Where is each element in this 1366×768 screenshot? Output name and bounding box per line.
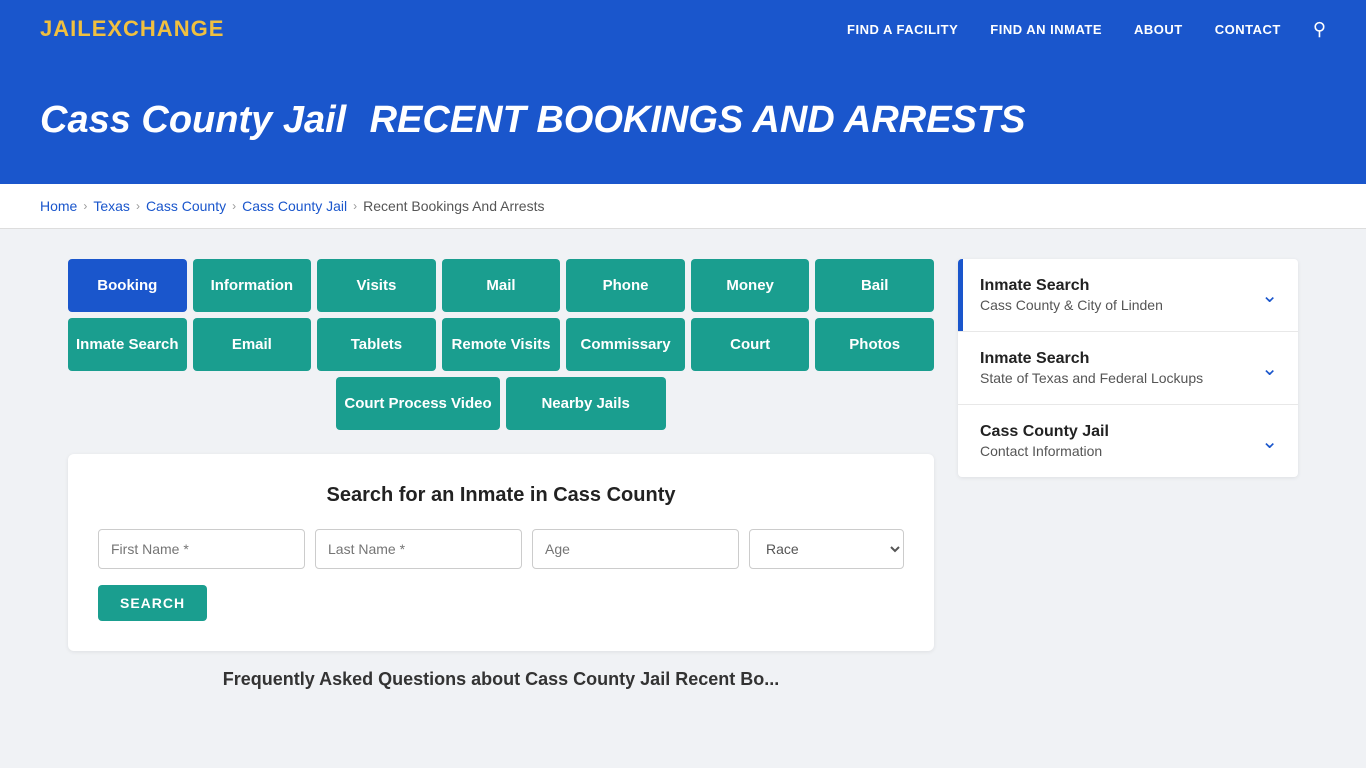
tab-bail[interactable]: Bail	[815, 259, 934, 312]
last-name-input[interactable]	[315, 529, 522, 569]
nav-contact[interactable]: CONTACT	[1215, 22, 1281, 37]
tab-nearby-jails[interactable]: Nearby Jails	[506, 377, 666, 430]
chevron-down-icon-2: ⌄	[1261, 356, 1278, 381]
sidebar-card: Inmate Search Cass County & City of Lind…	[958, 259, 1298, 477]
first-name-input[interactable]	[98, 529, 305, 569]
page-title: Cass County Jail RECENT BOOKINGS AND ARR…	[40, 94, 1326, 142]
sidebar-blue-bar-1	[958, 259, 963, 331]
logo-jail: JAIL	[40, 16, 92, 41]
tab-remote-visits[interactable]: Remote Visits	[442, 318, 561, 371]
breadcrumb-sep-4: ›	[353, 199, 357, 213]
breadcrumb-bar: Home › Texas › Cass County › Cass County…	[0, 184, 1366, 229]
sidebar-item-2-sub: State of Texas and Federal Lockups	[980, 370, 1203, 386]
navbar: JAILEXCHANGE FIND A FACILITY FIND AN INM…	[0, 0, 1366, 58]
sidebar-item-1-left: Inmate Search Cass County & City of Lind…	[980, 277, 1163, 313]
tabs-row3: Court Process Video Nearby Jails	[68, 377, 934, 430]
breadcrumb-sep-3: ›	[232, 199, 236, 213]
breadcrumb-cass-county[interactable]: Cass County	[146, 198, 226, 214]
sidebar-item-3[interactable]: Cass County Jail Contact Information ⌄	[958, 405, 1298, 477]
tab-court[interactable]: Court	[691, 318, 810, 371]
tab-booking[interactable]: Booking	[68, 259, 187, 312]
sidebar-item-1[interactable]: Inmate Search Cass County & City of Lind…	[958, 259, 1298, 331]
tab-commissary[interactable]: Commissary	[566, 318, 685, 371]
breadcrumb-texas[interactable]: Texas	[93, 198, 130, 214]
sidebar-item-2[interactable]: Inmate Search State of Texas and Federal…	[958, 332, 1298, 404]
right-sidebar: Inmate Search Cass County & City of Lind…	[958, 259, 1298, 477]
sidebar-item-1-sub: Cass County & City of Linden	[980, 297, 1163, 313]
nav-links: FIND A FACILITY FIND AN INMATE ABOUT CON…	[847, 19, 1326, 40]
search-icon-button[interactable]: ⚲	[1313, 19, 1326, 40]
sidebar-item-wrapper-2: Inmate Search State of Texas and Federal…	[958, 332, 1298, 405]
inmate-search-box: Search for an Inmate in Cass County Race…	[68, 454, 934, 651]
sidebar-item-2-left: Inmate Search State of Texas and Federal…	[980, 350, 1203, 386]
tab-phone[interactable]: Phone	[566, 259, 685, 312]
breadcrumb: Home › Texas › Cass County › Cass County…	[40, 198, 1326, 214]
breadcrumb-home[interactable]: Home	[40, 198, 77, 214]
tab-court-process-video[interactable]: Court Process Video	[336, 377, 499, 430]
tabs-row1: Booking Information Visits Mail Phone Mo…	[68, 259, 934, 312]
faq-preview-heading: Frequently Asked Questions about Cass Co…	[68, 669, 934, 690]
nav-about[interactable]: ABOUT	[1134, 22, 1183, 37]
tab-email[interactable]: Email	[193, 318, 312, 371]
chevron-down-icon-3: ⌄	[1261, 429, 1278, 454]
search-heading: Search for an Inmate in Cass County	[98, 484, 904, 507]
breadcrumb-sep-2: ›	[136, 199, 140, 213]
tab-information[interactable]: Information	[193, 259, 312, 312]
sidebar-item-3-title: Cass County Jail	[980, 423, 1109, 441]
page-title-main: Cass County Jail	[40, 99, 346, 141]
sidebar-item-1-title: Inmate Search	[980, 277, 1163, 295]
tab-visits[interactable]: Visits	[317, 259, 436, 312]
search-submit-button[interactable]: SEARCH	[98, 585, 207, 621]
race-select[interactable]: Race White Black Hispanic Asian Other	[749, 529, 904, 569]
sidebar-item-2-title: Inmate Search	[980, 350, 1203, 368]
sidebar-item-3-sub: Contact Information	[980, 443, 1109, 459]
sidebar-item-wrapper-1: Inmate Search Cass County & City of Lind…	[958, 259, 1298, 332]
breadcrumb-current: Recent Bookings And Arrests	[363, 198, 544, 214]
search-form-row: Race White Black Hispanic Asian Other	[98, 529, 904, 569]
tab-photos[interactable]: Photos	[815, 318, 934, 371]
hero-section: Cass County Jail RECENT BOOKINGS AND ARR…	[0, 58, 1366, 184]
tab-mail[interactable]: Mail	[442, 259, 561, 312]
breadcrumb-sep-1: ›	[83, 199, 87, 213]
logo-exchange: EXCHANGE	[92, 16, 225, 41]
breadcrumb-cass-county-jail[interactable]: Cass County Jail	[242, 198, 347, 214]
left-column: Booking Information Visits Mail Phone Mo…	[68, 259, 934, 690]
tab-inmate-search[interactable]: Inmate Search	[68, 318, 187, 371]
age-input[interactable]	[532, 529, 739, 569]
logo[interactable]: JAILEXCHANGE	[40, 16, 224, 42]
tab-money[interactable]: Money	[691, 259, 810, 312]
sidebar-item-3-left: Cass County Jail Contact Information	[980, 423, 1109, 459]
tab-tablets[interactable]: Tablets	[317, 318, 436, 371]
main-content: Booking Information Visits Mail Phone Mo…	[28, 229, 1338, 720]
sidebar-item-wrapper-3: Cass County Jail Contact Information ⌄	[958, 405, 1298, 477]
chevron-down-icon-1: ⌄	[1261, 283, 1278, 308]
nav-find-facility[interactable]: FIND A FACILITY	[847, 22, 958, 37]
tabs-row2: Inmate Search Email Tablets Remote Visit…	[68, 318, 934, 371]
nav-find-inmate[interactable]: FIND AN INMATE	[990, 22, 1102, 37]
page-title-sub: RECENT BOOKINGS AND ARRESTS	[370, 99, 1026, 141]
